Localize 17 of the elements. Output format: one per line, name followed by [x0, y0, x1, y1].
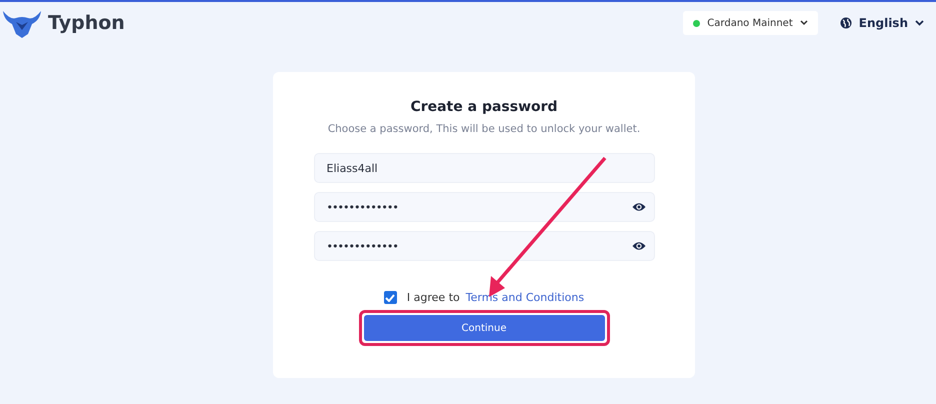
input-field[interactable]: Eliass4all	[314, 153, 654, 183]
language-selector[interactable]: English	[836, 16, 928, 30]
chevron-icon	[915, 20, 924, 26]
chevron-icon	[800, 20, 808, 26]
password-field[interactable]: •••••••••••••	[314, 192, 654, 222]
form-title: Create a password	[410, 99, 558, 115]
eye-icon[interactable]	[632, 241, 646, 251]
terms-link[interactable]: Terms and Conditions	[466, 291, 584, 304]
brand-name: Typhon	[48, 12, 125, 34]
globe-icon	[840, 17, 852, 29]
continue-button[interactable]: Continue	[364, 315, 604, 341]
password-field[interactable]: •••••••••••••	[314, 231, 654, 261]
eye-icon[interactable]	[632, 202, 646, 212]
form-subtitle: Choose a password, This will be used to unlock your wallet.	[328, 123, 640, 135]
checkbox[interactable]	[384, 291, 397, 304]
agree-label: I agree to	[406, 291, 460, 304]
network-selector[interactable]: Cardano Mainnet	[683, 11, 818, 35]
